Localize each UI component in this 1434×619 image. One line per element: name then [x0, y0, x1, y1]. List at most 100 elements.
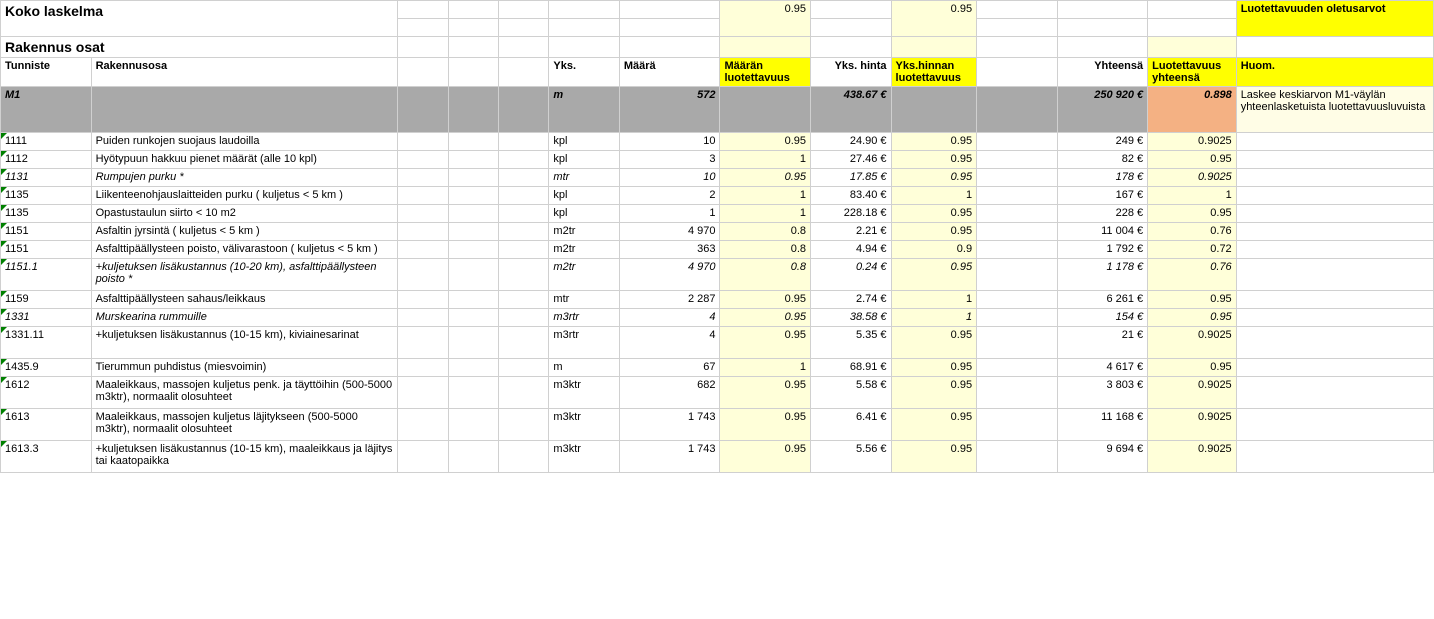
cell-note: [1236, 359, 1433, 377]
cell-price-reliability[interactable]: 1: [891, 187, 977, 205]
cell-price-reliability[interactable]: 0.95: [891, 359, 977, 377]
cell-note: [1236, 205, 1433, 223]
cell-total-reliability: 0.95: [1148, 151, 1237, 169]
table-row: 1135Liikenteenohjauslaitteiden purku ( k…: [1, 187, 1434, 205]
cell-spacer: [448, 327, 498, 359]
cell-qty: 3: [619, 151, 720, 169]
cell-total: 228 €: [1057, 205, 1148, 223]
cell-desc: +kuljetuksen lisäkustannus (10-15 km), k…: [91, 327, 398, 359]
cell-price-reliability[interactable]: 0.95: [891, 205, 977, 223]
cell-id: 1331.11: [1, 327, 92, 359]
cell-spacer: [448, 441, 498, 473]
table-row: 1613Maaleikkaus, massojen kuljetus läjit…: [1, 409, 1434, 441]
cell-total-reliability: 0.9025: [1148, 441, 1237, 473]
default-qty-reliability[interactable]: 0.95: [720, 1, 811, 37]
cell-unit-price: 68.91 €: [811, 359, 892, 377]
cell-qty-reliability[interactable]: 1: [720, 359, 811, 377]
cell-qty-reliability[interactable]: 1: [720, 151, 811, 169]
cell-qty-reliability[interactable]: 0.95: [720, 409, 811, 441]
cell-price-reliability[interactable]: 0.95: [891, 169, 977, 187]
cell-qty-reliability[interactable]: 0.95: [720, 377, 811, 409]
cell-total: 11 168 €: [1057, 409, 1148, 441]
cell-spacer: [977, 441, 1058, 473]
cell-qty-reliability[interactable]: 0.8: [720, 223, 811, 241]
cell-qty-reliability[interactable]: 0.8: [720, 259, 811, 291]
cell-total-reliability: 0.72: [1148, 241, 1237, 259]
cell-unit-price: 0.24 €: [811, 259, 892, 291]
cell-qty: 682: [619, 377, 720, 409]
cell-price-reliability[interactable]: 0.95: [891, 327, 977, 359]
cell-unit-price: 5.58 €: [811, 377, 892, 409]
cell-total-reliability: 0.95: [1148, 205, 1237, 223]
cell-qty-reliability[interactable]: 1: [720, 187, 811, 205]
cell-total: 6 261 €: [1057, 291, 1148, 309]
cell-desc: Murskearina rummuille: [91, 309, 398, 327]
col-huom: Huom.: [1236, 58, 1433, 87]
cell-spacer: [398, 151, 448, 169]
cell-note: [1236, 441, 1433, 473]
cell-id: 1151.1: [1, 259, 92, 291]
cell-unit: m3ktr: [549, 377, 619, 409]
cell-total: 1 792 €: [1057, 241, 1148, 259]
cell-qty-reliability[interactable]: 0.8: [720, 241, 811, 259]
cell-id: 1435.9: [1, 359, 92, 377]
cell-spacer: [398, 133, 448, 151]
col-rakennusosa: Rakennusosa: [91, 58, 398, 87]
cell-spacer: [499, 377, 549, 409]
default-price-reliability[interactable]: 0.95: [891, 1, 977, 37]
cell-desc: Maaleikkaus, massojen kuljetus penk. ja …: [91, 377, 398, 409]
cell-spacer: [977, 133, 1058, 151]
cell-spacer: [398, 359, 448, 377]
cell-total-reliability: 0.76: [1148, 259, 1237, 291]
cell-price-reliability[interactable]: 0.95: [891, 133, 977, 151]
cell-price-reliability[interactable]: 1: [891, 309, 977, 327]
cell-qty-reliability[interactable]: 0.95: [720, 309, 811, 327]
cell-desc: Liikenteenohjauslaitteiden purku ( kulje…: [91, 187, 398, 205]
cell-price-reliability[interactable]: 0.95: [891, 441, 977, 473]
cell-note: [1236, 133, 1433, 151]
cell-qty-reliability[interactable]: 0.95: [720, 291, 811, 309]
cell-price-reliability[interactable]: 0.9: [891, 241, 977, 259]
cell-spacer: [398, 187, 448, 205]
cell-spacer: [977, 241, 1058, 259]
m1-note: Laskee keskiarvon M1-väylän yhteenlasket…: [1236, 87, 1433, 133]
cell-qty-reliability[interactable]: 0.95: [720, 327, 811, 359]
cell-note: [1236, 241, 1433, 259]
cell-spacer: [448, 291, 498, 309]
cell-desc: Asfaltin jyrsintä ( kuljetus < 5 km ): [91, 223, 398, 241]
cell-total: 1 178 €: [1057, 259, 1148, 291]
cell-price-reliability[interactable]: 0.95: [891, 409, 977, 441]
cell-qty-reliability[interactable]: 0.95: [720, 133, 811, 151]
cell-price-reliability[interactable]: 0.95: [891, 259, 977, 291]
cell-unit-price: 5.56 €: [811, 441, 892, 473]
cell-total: 249 €: [1057, 133, 1148, 151]
cell-price-reliability[interactable]: 0.95: [891, 223, 977, 241]
cell-spacer: [977, 151, 1058, 169]
cell-desc: Opastustaulun siirto < 10 m2: [91, 205, 398, 223]
cell-spacer: [448, 205, 498, 223]
col-tunniste: Tunniste: [1, 58, 92, 87]
cell-unit-price: 83.40 €: [811, 187, 892, 205]
cell-spacer: [398, 169, 448, 187]
cell-unit: m2tr: [549, 259, 619, 291]
cell-unit-price: 5.35 €: [811, 327, 892, 359]
table-row: 1151Asfaltin jyrsintä ( kuljetus < 5 km …: [1, 223, 1434, 241]
cell-qty: 1 743: [619, 409, 720, 441]
cell-price-reliability[interactable]: 1: [891, 291, 977, 309]
cell-spacer: [499, 151, 549, 169]
cell-qty-reliability[interactable]: 1: [720, 205, 811, 223]
cell-spacer: [398, 309, 448, 327]
cell-id: 1331: [1, 309, 92, 327]
cell-spacer: [499, 169, 549, 187]
cell-qty-reliability[interactable]: 0.95: [720, 169, 811, 187]
cell-spacer: [977, 377, 1058, 409]
cell-price-reliability[interactable]: 0.95: [891, 151, 977, 169]
cell-price-reliability[interactable]: 0.95: [891, 377, 977, 409]
cell-total-reliability: 0.95: [1148, 359, 1237, 377]
cell-qty-reliability[interactable]: 0.95: [720, 441, 811, 473]
cell-spacer: [398, 223, 448, 241]
cell-desc: Asfalttipäällysteen sahaus/leikkaus: [91, 291, 398, 309]
cell-note: [1236, 377, 1433, 409]
table-row: 1613.3+kuljetuksen lisäkustannus (10-15 …: [1, 441, 1434, 473]
cell-spacer: [398, 291, 448, 309]
